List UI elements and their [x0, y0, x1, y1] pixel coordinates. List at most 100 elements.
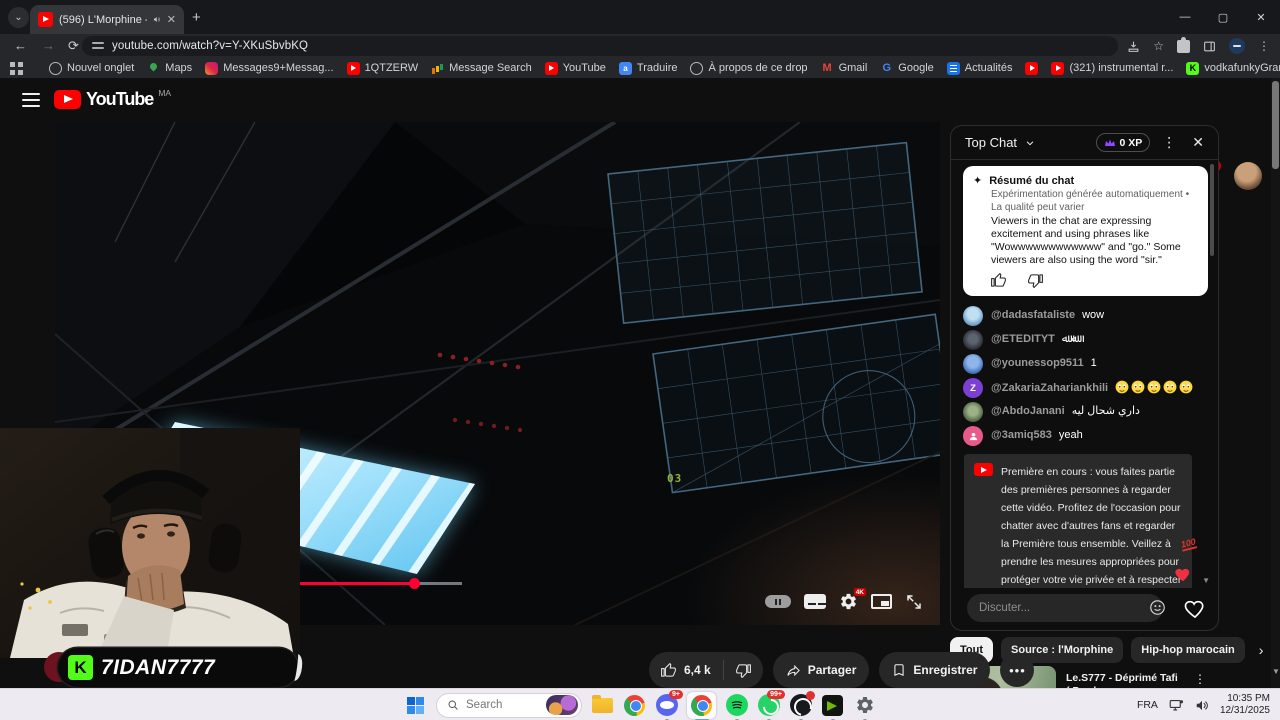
- avatar[interactable]: [963, 426, 983, 446]
- window-maximize-icon[interactable]: ▢: [1204, 11, 1242, 24]
- avatar[interactable]: [963, 330, 983, 350]
- chat-message[interactable]: @dadasfataliste wow: [951, 304, 1218, 328]
- back-icon[interactable]: ←: [14, 37, 27, 55]
- bookmark-youtube-2[interactable]: [1025, 61, 1039, 75]
- bookmark-gmail[interactable]: M Gmail: [821, 62, 867, 75]
- search-highlight-image[interactable]: [546, 695, 578, 715]
- bookmark-messages[interactable]: Messages9+Messag...: [205, 61, 334, 75]
- bookmark-instrumental[interactable]: (321) instrumental r...: [1051, 61, 1173, 75]
- scrollbar-down-icon[interactable]: ▼: [1272, 667, 1280, 676]
- autoplay-toggle[interactable]: [765, 595, 791, 608]
- bookmark-actualites[interactable]: Actualités: [946, 61, 1012, 75]
- tab-audio-icon[interactable]: [153, 14, 161, 25]
- bookmark-vodkafunky[interactable]: KvodkafunkyGrand T...: [1186, 61, 1280, 75]
- account-avatar[interactable]: [1234, 162, 1262, 190]
- chat-mode-selector[interactable]: Top Chat: [965, 135, 1017, 150]
- taskbar-search[interactable]: [436, 692, 582, 718]
- chat-message[interactable]: @younessop9511 1: [951, 352, 1218, 376]
- save-icon[interactable]: [1127, 40, 1140, 53]
- bookmark-maps[interactable]: Maps: [147, 62, 192, 75]
- emoji-picker-icon[interactable]: [1149, 599, 1166, 616]
- start-button[interactable]: [404, 694, 427, 717]
- settings-button[interactable]: 4K: [839, 588, 866, 611]
- miniplayer-icon[interactable]: [871, 594, 892, 609]
- chrome-menu-icon[interactable]: ⋮: [1258, 39, 1270, 53]
- chat-message[interactable]: @ETEDITYT ﷲ ﷲ: [951, 328, 1218, 352]
- avatar[interactable]: [963, 306, 983, 326]
- chips-next-icon[interactable]: ›: [1259, 642, 1264, 658]
- chat-menu-icon[interactable]: ⋮: [1158, 134, 1180, 151]
- fullscreen-icon[interactable]: [905, 593, 923, 611]
- network-icon[interactable]: [1169, 699, 1184, 712]
- browser-profile-avatar[interactable]: [1229, 38, 1245, 54]
- tab-search-button[interactable]: ⌄: [8, 7, 29, 28]
- url-text[interactable]: youtube.com/watch?v=Y-XKuSbvbKQ: [112, 40, 308, 52]
- instagram-icon: [205, 61, 219, 75]
- chrome-icon[interactable]: [623, 694, 646, 717]
- spotify-icon[interactable]: [725, 694, 748, 717]
- apps-grid-icon[interactable]: [10, 61, 23, 75]
- chat-message[interactable]: Z @ZakariaZahariankhili: [951, 376, 1218, 400]
- taskbar-search-input[interactable]: [466, 699, 539, 711]
- chat-message[interactable]: @3amiq583 yeah: [951, 424, 1218, 448]
- bookmark-nouvel-onglet[interactable]: Nouvel onglet: [49, 61, 134, 75]
- site-settings-icon[interactable]: [92, 41, 104, 51]
- share-button[interactable]: Partager: [772, 652, 870, 688]
- discord-icon[interactable]: 9+: [655, 689, 683, 717]
- chat-close-icon[interactable]: ✕: [1188, 134, 1208, 151]
- window-minimize-icon[interactable]: —: [1166, 11, 1204, 23]
- whatsapp-icon[interactable]: 99+: [757, 689, 785, 717]
- chat-input[interactable]: [967, 594, 1163, 622]
- bookmark-a-propos[interactable]: À propos de ce drop: [690, 61, 808, 75]
- clock[interactable]: 10:35 PM 12/31/2025: [1220, 693, 1270, 717]
- like-icon[interactable]: [661, 662, 676, 678]
- chevron-down-icon[interactable]: [1025, 138, 1035, 148]
- youtube-logo[interactable]: YouTube MA: [54, 88, 171, 110]
- new-tab-button[interactable]: +: [192, 9, 201, 26]
- reload-icon[interactable]: ⟳: [68, 37, 79, 55]
- bookmark-1qtzerw[interactable]: 1QTZERW: [346, 61, 418, 75]
- avatar[interactable]: [963, 402, 983, 422]
- guide-menu-icon[interactable]: [22, 93, 40, 107]
- avatar[interactable]: Z: [963, 378, 983, 398]
- extensions-puzzle-icon[interactable]: [1177, 36, 1190, 53]
- thumbs-down-icon[interactable]: [1028, 273, 1043, 288]
- dislike-icon[interactable]: [735, 663, 751, 678]
- obs-icon[interactable]: [789, 690, 815, 717]
- explorer-icon[interactable]: [591, 694, 614, 717]
- bookmark-traduire[interactable]: a Traduire: [618, 61, 677, 75]
- tab-close-icon[interactable]: ✕: [167, 13, 176, 26]
- youtube-icon: [544, 61, 558, 75]
- thumbs-up-icon[interactable]: [991, 273, 1006, 288]
- url-bar[interactable]: youtube.com/watch?v=Y-XKuSbvbKQ: [82, 36, 1118, 56]
- discord-badge: 9+: [669, 689, 683, 699]
- bookmark-message-search[interactable]: Message Search: [431, 62, 532, 75]
- nvidia-icon[interactable]: [821, 694, 844, 717]
- settings-icon[interactable]: [853, 694, 876, 717]
- chat-messages-list[interactable]: ✦ Résumé du chat Expérimentation générée…: [951, 160, 1218, 588]
- chip-hiphop[interactable]: Hip-hop marocain: [1131, 637, 1245, 663]
- xp-badge[interactable]: 0 XP: [1095, 133, 1151, 152]
- language-indicator[interactable]: FRA: [1137, 699, 1158, 711]
- window-close-icon[interactable]: ✕: [1242, 11, 1280, 24]
- side-panel-icon[interactable]: [1203, 40, 1216, 53]
- avatar[interactable]: [963, 354, 983, 374]
- forward-icon[interactable]: →: [42, 37, 55, 55]
- scrollbar-thumb[interactable]: [1272, 81, 1279, 169]
- save-button[interactable]: Enregistrer: [879, 652, 991, 688]
- progress-scrubber[interactable]: [409, 578, 420, 589]
- browser-tab[interactable]: (596) L'Morphine - PYRO - ✕: [30, 5, 184, 34]
- page-scrollbar[interactable]: ▼: [1271, 78, 1280, 688]
- bookmark-google[interactable]: G Google: [880, 62, 934, 75]
- more-actions-button[interactable]: •••: [1000, 653, 1035, 687]
- heart-reaction-button[interactable]: [1184, 598, 1206, 618]
- scroll-down-icon[interactable]: ▼: [1202, 576, 1210, 585]
- subtitles-icon[interactable]: [804, 594, 826, 609]
- chat-message[interactable]: @AbdoJanani داري شحال ليه: [951, 400, 1218, 424]
- volume-icon[interactable]: [1195, 699, 1209, 712]
- recording-badge: [806, 690, 815, 700]
- chrome-active-icon[interactable]: [687, 691, 716, 719]
- chat-scrollbar[interactable]: [1210, 164, 1214, 256]
- bookmark-star-icon[interactable]: ☆: [1153, 39, 1164, 53]
- bookmark-youtube[interactable]: YouTube: [544, 61, 606, 75]
